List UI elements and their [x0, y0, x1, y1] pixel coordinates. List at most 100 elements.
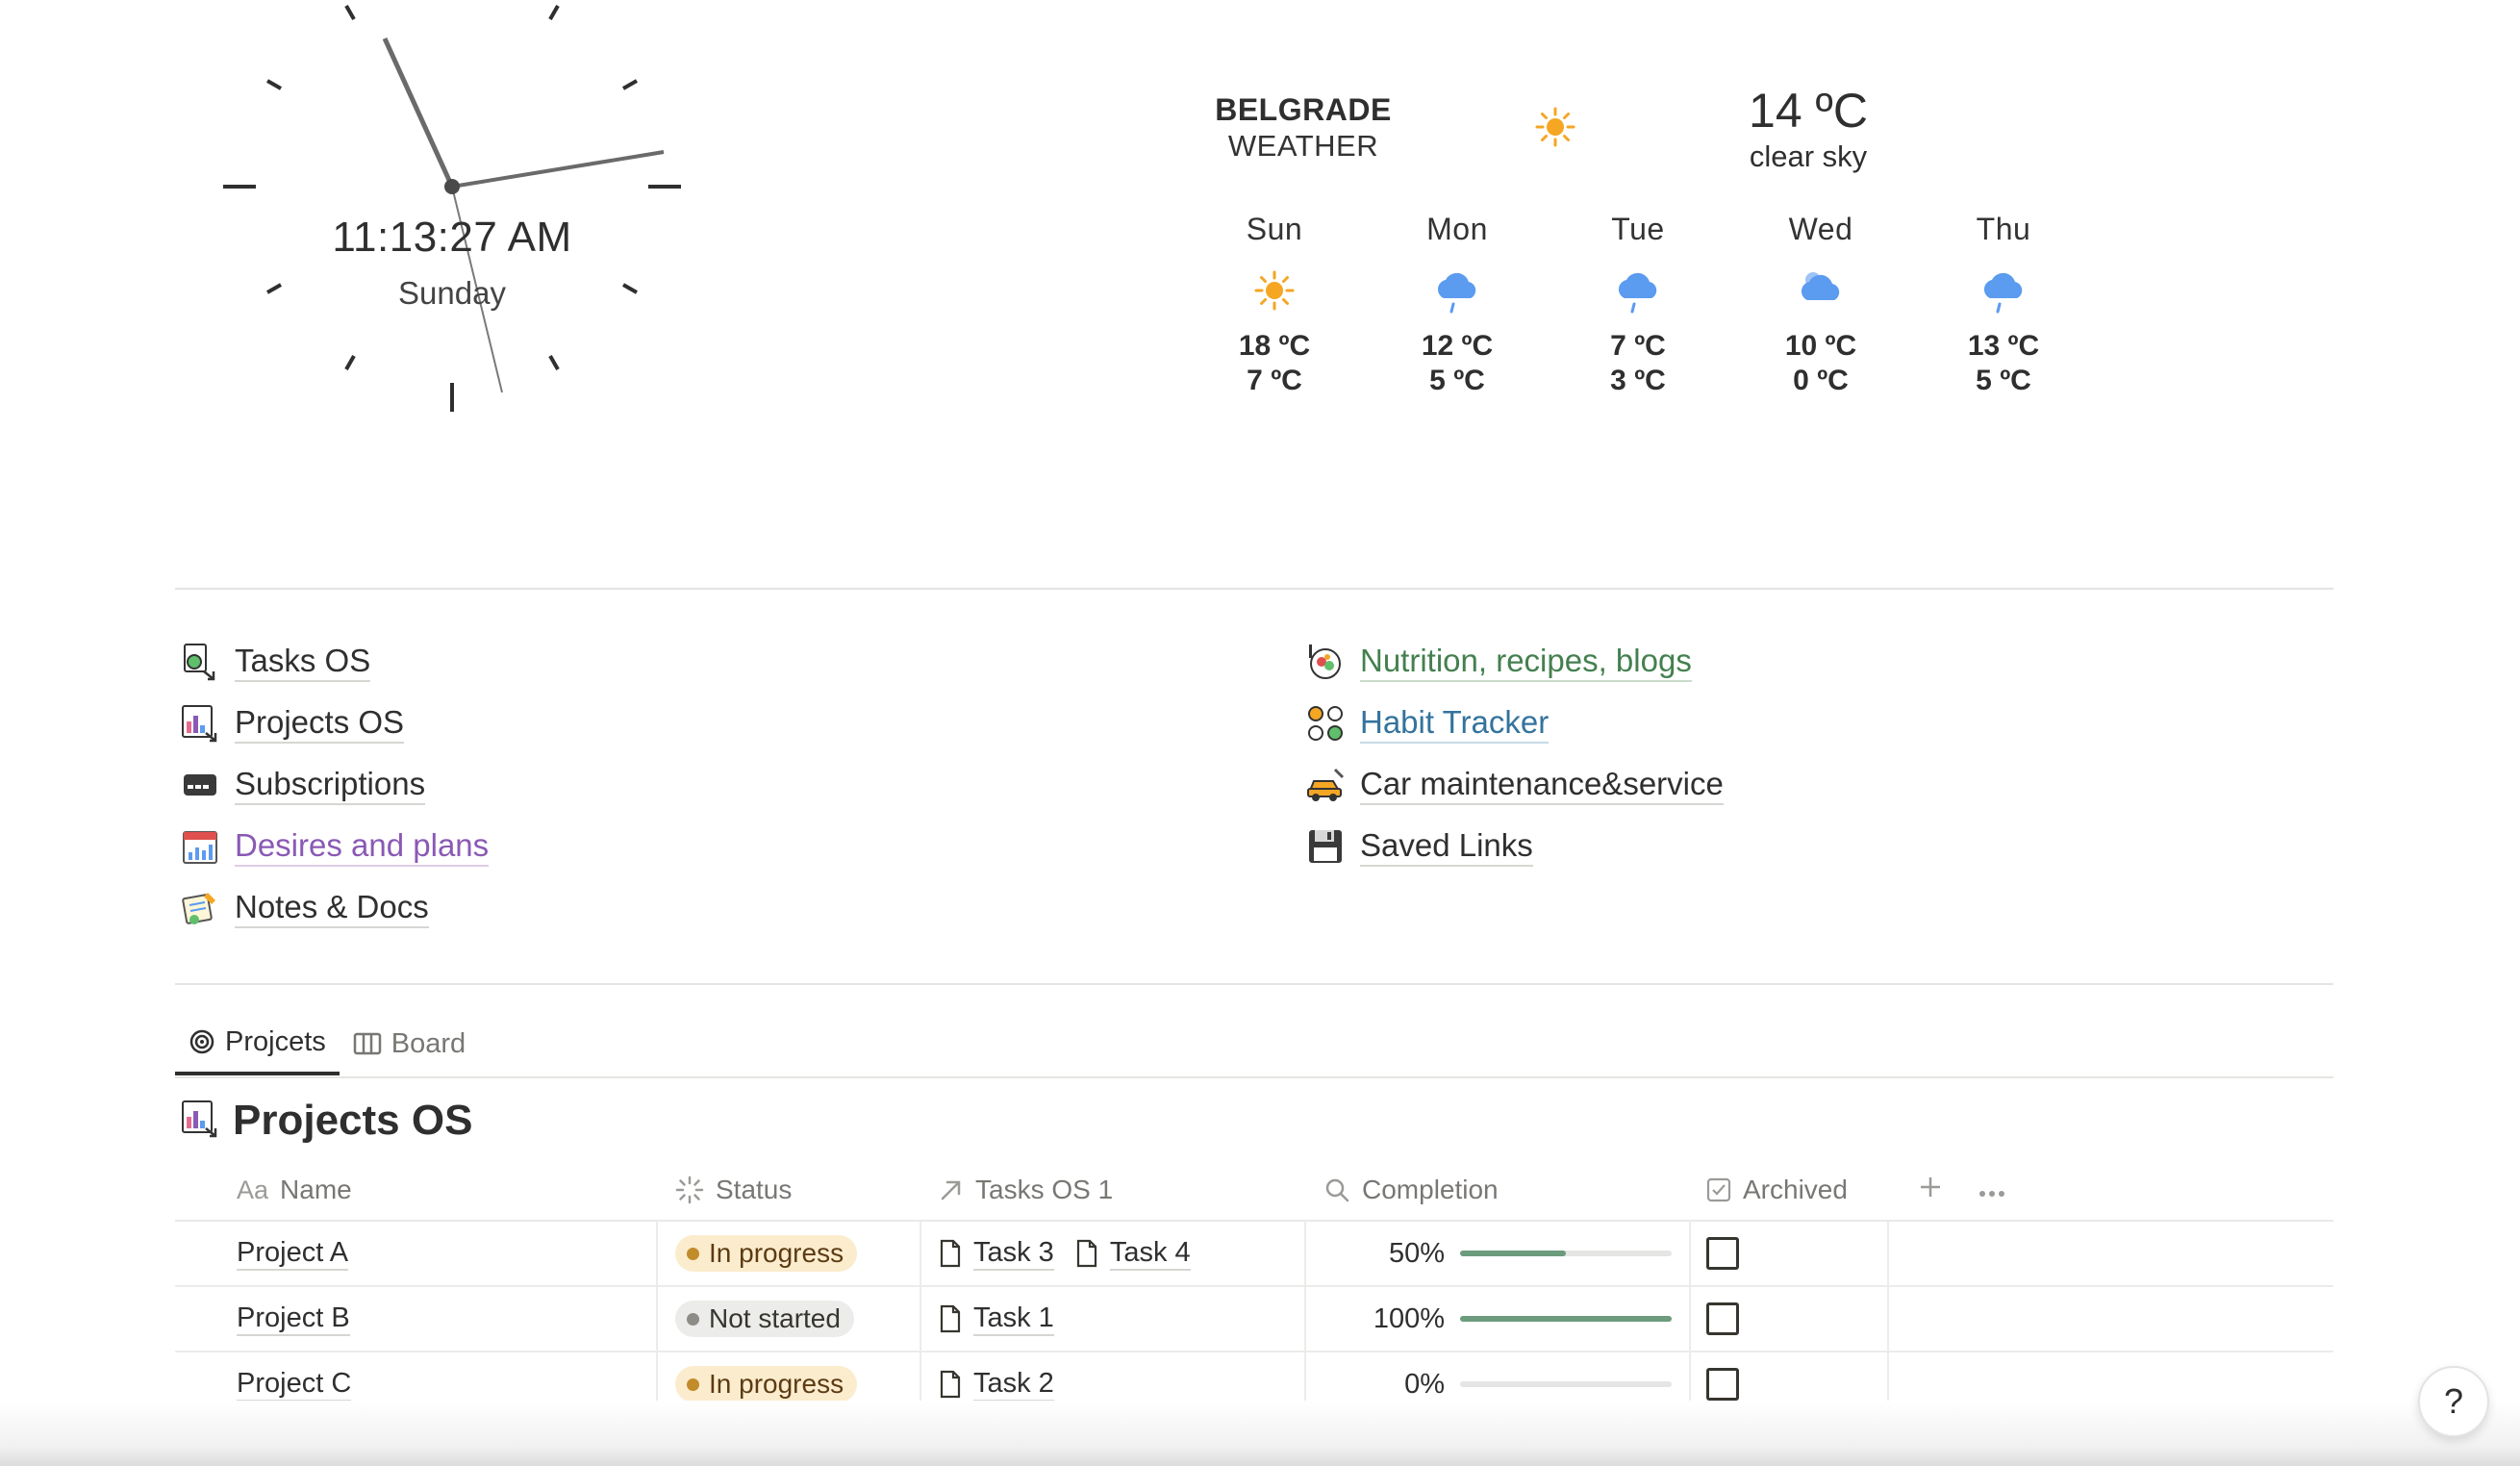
cell-tasks[interactable]: Task 1 — [921, 1286, 1306, 1352]
link-nutrition[interactable]: Nutrition, recipes, blogs — [1304, 631, 1724, 693]
link-label[interactable]: Saved Links — [1360, 826, 1533, 867]
column-header-status[interactable]: Status — [658, 1159, 921, 1221]
task-relation[interactable]: Task 1 — [939, 1302, 1054, 1336]
clock-day: Sunday — [398, 275, 506, 311]
archived-checkbox[interactable] — [1706, 1368, 1739, 1401]
column-header-tasks[interactable]: Tasks OS 1 — [921, 1159, 1306, 1221]
table-row[interactable]: Project A In progress Task 3 Task 4 50% — [175, 1221, 2333, 1287]
analog-clock-widget: 11:13:27 AM Sunday — [192, 0, 712, 423]
food-icon — [1304, 641, 1347, 683]
tab-projcets[interactable]: Projcets — [175, 1012, 340, 1075]
link-label[interactable]: Subscriptions — [235, 765, 426, 805]
cell-archived[interactable] — [1691, 1286, 1889, 1352]
project-name[interactable]: Project A — [237, 1236, 349, 1271]
link-notes-docs[interactable]: Notes & Docs — [179, 877, 489, 939]
tab-label: Projcets — [225, 1025, 326, 1057]
forecast-day-name: Wed — [1788, 212, 1853, 246]
archived-checkbox[interactable] — [1706, 1302, 1739, 1335]
cell-status[interactable]: Not started — [658, 1286, 921, 1352]
link-label[interactable]: Desires and plans — [235, 826, 490, 867]
cell-tasks[interactable]: Task 3 Task 4 — [921, 1221, 1306, 1286]
tab-board[interactable]: Board — [340, 1012, 479, 1075]
completion-percent: 50% — [1388, 1237, 1445, 1269]
link-label[interactable]: Notes & Docs — [235, 888, 429, 928]
rain-cloud-icon — [1912, 252, 2095, 329]
target-icon — [189, 1028, 215, 1055]
current-conditions: clear sky — [1749, 139, 1868, 173]
completion-percent: 100% — [1373, 1302, 1445, 1334]
minute-hand — [451, 150, 665, 189]
task-relation[interactable]: Task 3 — [939, 1236, 1054, 1271]
column-header-name[interactable]: Aa Name — [175, 1159, 658, 1221]
link-label[interactable]: Tasks OS — [235, 642, 371, 682]
task-relation[interactable]: Task 4 — [1075, 1236, 1191, 1271]
link-car-maintenance[interactable]: Car maintenance&service — [1304, 754, 1724, 816]
link-projects-os[interactable]: Projects OS — [179, 693, 489, 754]
window-bottom-edge — [0, 1401, 2520, 1466]
weather-label: WEATHER — [1227, 129, 1379, 163]
forecast-day: Wed 10 ºC 0 ºC — [1729, 212, 1912, 398]
link-label[interactable]: Car maintenance&service — [1360, 765, 1724, 805]
page-icon — [939, 1304, 962, 1333]
status-badge[interactable]: In progress — [675, 1235, 858, 1272]
column-header-completion[interactable]: Completion — [1306, 1159, 1691, 1221]
subscriptions-icon — [179, 764, 221, 806]
add-column-button[interactable] — [1889, 1159, 1943, 1221]
cell-name[interactable]: Project B — [175, 1286, 658, 1352]
forecast-low: 7 ºC — [1247, 365, 1302, 396]
table-header: Aa Name Status Tasks OS 1 Completion Arc… — [175, 1160, 2333, 1222]
weather-city: BELGRADE — [1215, 92, 1392, 127]
forecast-day: Tue 7 ºC 3 ºC — [1547, 212, 1729, 398]
projects-table: Aa Name Status Tasks OS 1 Completion Arc… — [175, 1160, 2333, 1418]
car-icon — [1304, 764, 1347, 806]
project-name[interactable]: Project B — [237, 1302, 350, 1336]
forecast-low: 5 ºC — [1976, 365, 2031, 396]
clock-time: 11:13:27 AM — [332, 214, 572, 261]
forecast-high: 18 ºC — [1238, 330, 1311, 362]
tasks-icon — [179, 641, 221, 683]
forecast-day-name: Thu — [1976, 212, 2031, 246]
forecast-day-name: Sun — [1246, 212, 1303, 246]
cell-status[interactable]: In progress — [658, 1221, 921, 1286]
archived-checkbox[interactable] — [1706, 1237, 1739, 1270]
forecast-low: 0 ºC — [1793, 365, 1849, 396]
column-header-archived[interactable]: Archived — [1691, 1159, 1889, 1221]
rain-cloud-icon — [1366, 252, 1549, 329]
help-button[interactable]: ? — [2418, 1366, 2489, 1437]
project-name[interactable]: Project C — [237, 1367, 352, 1402]
forecast-high: 10 ºC — [1784, 330, 1857, 362]
tab-label: Board — [391, 1027, 466, 1059]
table-row[interactable]: Project B Not started Task 1 100% — [175, 1286, 2333, 1352]
link-desires-and-plans[interactable]: Desires and plans — [179, 816, 490, 877]
cell-name[interactable]: Project A — [175, 1221, 658, 1286]
floppy-icon — [1304, 825, 1347, 868]
notes-icon — [179, 887, 221, 929]
calendar-chart-icon — [179, 825, 221, 868]
link-saved-links[interactable]: Saved Links — [1304, 816, 1724, 877]
divider — [175, 1076, 2333, 1078]
current-temperature: 14 ºC — [1749, 84, 1868, 138]
page-icon — [939, 1370, 962, 1399]
habit-icon — [1304, 702, 1347, 745]
plus-icon — [1918, 1175, 1943, 1206]
link-habit-tracker[interactable]: Habit Tracker — [1304, 693, 1724, 754]
links-right-column: Nutrition, recipes, blogs Habit Tracker … — [1304, 631, 1724, 877]
task-relation[interactable]: Task 2 — [939, 1367, 1054, 1402]
projects-icon — [181, 1100, 219, 1143]
link-label[interactable]: Projects OS — [235, 703, 405, 744]
database-title[interactable]: Projects OS — [181, 1097, 472, 1145]
forecast-day: Mon 12 ºC 5 ºC — [1366, 212, 1549, 398]
forecast-high: 7 ºC — [1610, 330, 1666, 362]
clock-face — [223, 5, 681, 412]
status-badge[interactable]: In progress — [675, 1366, 858, 1403]
link-subscriptions[interactable]: Subscriptions — [179, 754, 489, 816]
view-tabs: Projcets Board — [175, 1012, 479, 1077]
link-label[interactable]: Nutrition, recipes, blogs — [1360, 642, 1692, 682]
status-badge[interactable]: Not started — [675, 1301, 854, 1337]
more-options-button[interactable] — [1943, 1159, 2006, 1221]
relation-arrow-icon — [939, 1177, 964, 1202]
forecast-day: Thu 13 ºC 5 ºC — [1912, 212, 2095, 398]
link-tasks-os[interactable]: Tasks OS — [179, 631, 489, 693]
link-label[interactable]: Habit Tracker — [1360, 703, 1550, 744]
cell-archived[interactable] — [1691, 1221, 1889, 1286]
